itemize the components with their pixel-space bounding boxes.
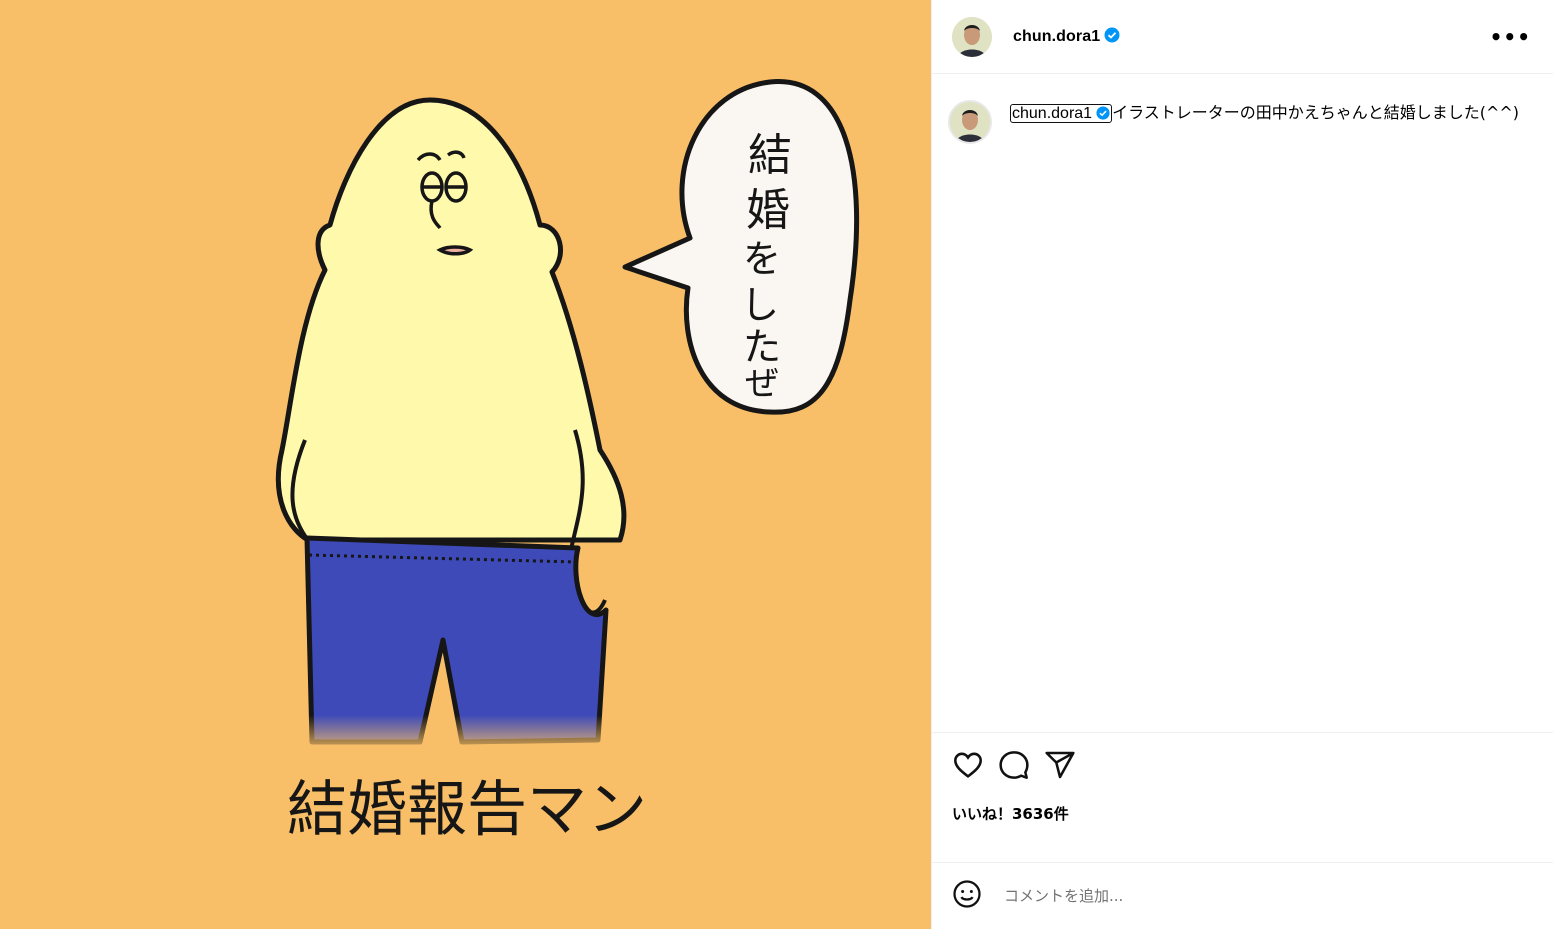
post-media[interactable]: 結 婚 を し た ぜ 結婚報告マン <box>0 0 931 929</box>
caption: chun.dora1 イラストレーターの田中かえちゃんと結婚しました(^^) <box>932 74 1553 730</box>
like-icon[interactable] <box>952 749 984 785</box>
post-illustration: 結 婚 を し た ぜ 結婚報告マン <box>0 0 931 929</box>
character-pants <box>304 535 609 745</box>
action-icons <box>952 749 1533 785</box>
bubble-char-6: ぜ <box>745 364 779 404</box>
comment-input[interactable] <box>1002 886 1446 906</box>
header-username[interactable]: chun.dora1 <box>1013 28 1100 46</box>
caption-username[interactable]: chun.dora1 <box>1010 104 1113 123</box>
bubble-char-4: し <box>741 283 779 327</box>
post-actions: いいね！3636件 <box>932 732 1553 862</box>
bubble-char-5: た <box>743 325 781 369</box>
bubble-char-1: 結 <box>748 130 792 181</box>
bubble-char-2: 婚 <box>746 185 790 236</box>
likes-count[interactable]: いいね！3636件 <box>952 803 1533 824</box>
verified-icon <box>1104 27 1120 47</box>
caption-avatar[interactable] <box>948 100 992 144</box>
bubble-char-3: を <box>743 237 781 281</box>
more-icon[interactable]: ••• <box>1490 25 1531 49</box>
post-header: chun.dora1 ••• <box>932 0 1553 74</box>
instagram-post-view: 結 婚 を し た ぜ 結婚報告マン chun.dora1 ••• chun.d… <box>0 0 1553 929</box>
caption-body: イラストレーターの田中かえちゃんと結婚しました(^^) <box>1112 103 1520 122</box>
share-icon[interactable] <box>1044 749 1076 785</box>
post-sidebar: chun.dora1 ••• chun.dora1 イラストレーターの田中かえちゃ… <box>931 0 1553 929</box>
avatar[interactable] <box>952 16 992 57</box>
comment-box <box>932 862 1553 929</box>
caption-text-block: chun.dora1 イラストレーターの田中かえちゃんと結婚しました(^^) <box>1010 102 1519 127</box>
verified-icon <box>1096 105 1110 127</box>
artwork-title: 結婚報告マン <box>287 775 647 845</box>
comment-icon[interactable] <box>998 749 1030 785</box>
emoji-icon[interactable] <box>952 879 982 913</box>
